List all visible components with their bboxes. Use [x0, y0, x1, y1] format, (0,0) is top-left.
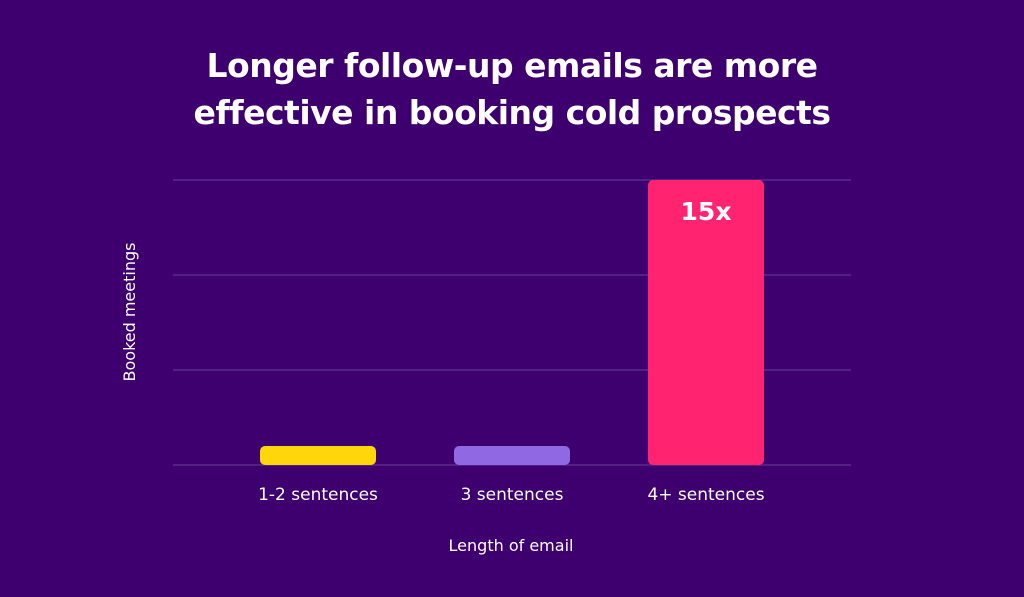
- y-axis-label: Booked meetings: [120, 243, 139, 382]
- x-tick-label: 4+ sentences: [647, 485, 764, 505]
- x-tick-label: 3 sentences: [461, 485, 564, 505]
- x-tick-label: 1-2 sentences: [258, 485, 378, 505]
- bar-3-sentences: [454, 446, 570, 465]
- bar-1-2-sentences: [260, 446, 376, 465]
- data-label: 15x: [681, 197, 732, 226]
- bar-chart: 1-2 sentences 3 sentences 4+ sentences15x …: [120, 179, 851, 555]
- x-axis-label: Length of email: [449, 536, 574, 555]
